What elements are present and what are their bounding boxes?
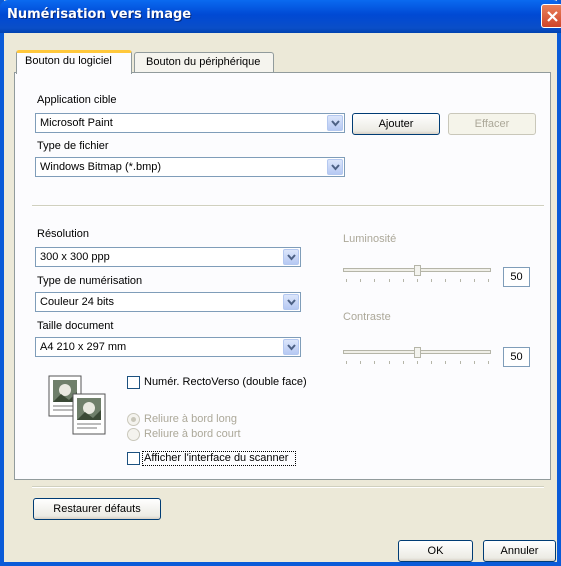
- resolution-label: Résolution: [37, 228, 89, 240]
- doc-size-label: Taille document: [37, 320, 114, 332]
- slider-tick: [431, 279, 432, 282]
- file-type-value: Windows Bitmap (*.bmp): [40, 161, 162, 173]
- target-app-value: Microsoft Paint: [40, 117, 113, 129]
- delete-button[interactable]: Effacer: [448, 113, 536, 135]
- radio-dot: [131, 417, 136, 422]
- contrast-value[interactable]: 50: [503, 347, 530, 367]
- slider-tick: [431, 361, 432, 364]
- brightness-slider[interactable]: [343, 265, 491, 287]
- slider-tick: [374, 361, 375, 364]
- chevron-down-icon: [287, 254, 296, 261]
- slider-tick: [445, 279, 446, 282]
- slider-tick: [488, 279, 489, 282]
- dropdown-arrow[interactable]: [283, 294, 299, 310]
- slider-tick: [360, 279, 361, 282]
- close-icon: [547, 11, 558, 22]
- duplex-label: Numér. RectoVerso (double face): [144, 376, 307, 388]
- slider-tick: [488, 361, 489, 364]
- restore-defaults-button[interactable]: Restaurer défauts: [33, 498, 161, 520]
- add-button[interactable]: Ajouter: [352, 113, 440, 135]
- slider-tick: [403, 279, 404, 282]
- tab-software-button[interactable]: Bouton du logiciel: [16, 50, 132, 74]
- slider-tick: [445, 361, 446, 364]
- slider-tick: [460, 361, 461, 364]
- chevron-down-icon: [331, 164, 340, 171]
- resolution-select[interactable]: 300 x 300 ppp: [35, 247, 301, 267]
- file-type-select[interactable]: Windows Bitmap (*.bmp): [35, 157, 345, 177]
- long-edge-radio[interactable]: [127, 413, 140, 426]
- cancel-button[interactable]: Annuler: [483, 540, 556, 562]
- slider-tick: [346, 361, 347, 364]
- slider-tick: [360, 361, 361, 364]
- dropdown-arrow[interactable]: [283, 339, 299, 355]
- target-app-label: Application cible: [37, 94, 117, 106]
- duplex-document-icon: [48, 375, 106, 435]
- separator: [32, 205, 544, 207]
- slider-tick: [389, 361, 390, 364]
- dropdown-arrow[interactable]: [283, 249, 299, 265]
- scan-type-label: Type de numérisation: [37, 275, 143, 287]
- close-button[interactable]: [541, 4, 561, 28]
- dropdown-arrow[interactable]: [327, 159, 343, 175]
- resolution-value: 300 x 300 ppp: [40, 251, 110, 263]
- slider-tick: [403, 361, 404, 364]
- slider-tick: [374, 279, 375, 282]
- contrast-slider[interactable]: [343, 347, 491, 369]
- slider-tick: [346, 279, 347, 282]
- chevron-down-icon: [287, 344, 296, 351]
- scan-type-select[interactable]: Couleur 24 bits: [35, 292, 301, 312]
- tab-software-button-label: Bouton du logiciel: [25, 55, 112, 67]
- slider-tick: [389, 279, 390, 282]
- ok-button[interactable]: OK: [398, 540, 473, 562]
- short-edge-label: Reliure à bord court: [144, 428, 241, 440]
- title-bar[interactable]: Numérisation vers image: [0, 0, 561, 33]
- scan-type-value: Couleur 24 bits: [40, 296, 114, 308]
- tab-device-button-label: Bouton du périphérique: [146, 56, 261, 68]
- dropdown-arrow[interactable]: [327, 115, 343, 131]
- target-app-select[interactable]: Microsoft Paint: [35, 113, 345, 133]
- show-scanner-ui-label: Afficher l'interface du scanner: [144, 452, 289, 464]
- separator: [32, 486, 544, 488]
- short-edge-radio[interactable]: [127, 428, 140, 441]
- chevron-down-icon: [287, 299, 296, 306]
- show-scanner-ui-checkbox[interactable]: [127, 452, 140, 465]
- slider-thumb[interactable]: [414, 265, 421, 276]
- long-edge-label: Reliure à bord long: [144, 413, 237, 425]
- file-type-label: Type de fichier: [37, 140, 109, 152]
- doc-size-select[interactable]: A4 210 x 297 mm: [35, 337, 301, 357]
- slider-tick: [474, 361, 475, 364]
- window-title: Numérisation vers image: [7, 7, 192, 22]
- contrast-label: Contraste: [343, 311, 391, 323]
- brightness-value[interactable]: 50: [503, 267, 530, 287]
- slider-tick: [474, 279, 475, 282]
- slider-tick: [417, 361, 418, 364]
- chevron-down-icon: [331, 120, 340, 127]
- slider-tick: [460, 279, 461, 282]
- slider-tick: [417, 279, 418, 282]
- brightness-label: Luminosité: [343, 233, 397, 245]
- duplex-checkbox[interactable]: [127, 376, 140, 389]
- tab-device-button[interactable]: Bouton du périphérique: [134, 52, 274, 73]
- doc-size-value: A4 210 x 297 mm: [40, 341, 127, 353]
- slider-thumb[interactable]: [414, 347, 421, 358]
